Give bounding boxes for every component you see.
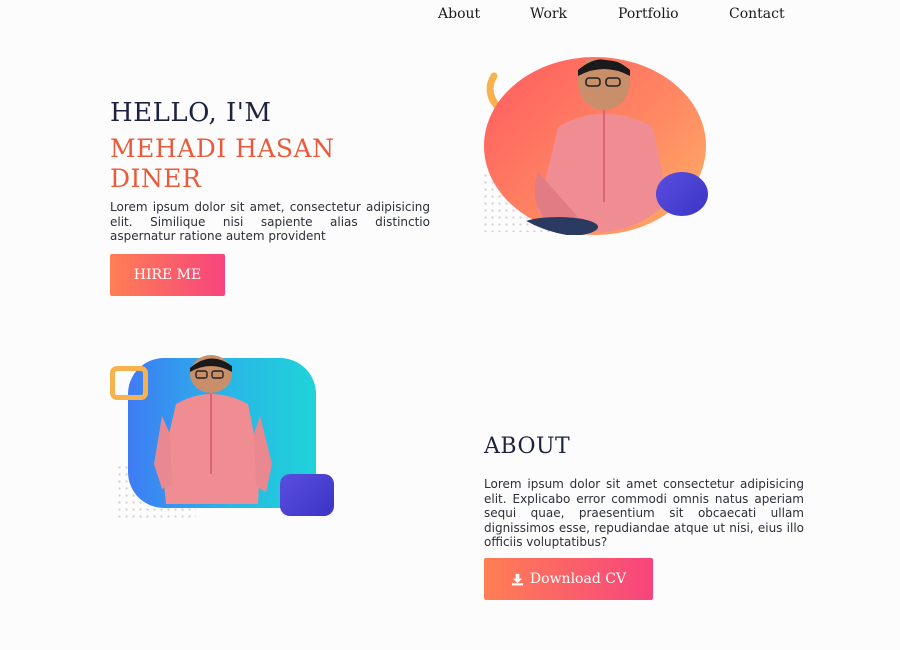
about-image-group <box>108 354 348 529</box>
nav-work[interactable]: Work <box>530 6 567 22</box>
purple-square-shape <box>280 474 334 516</box>
about-description: Lorem ipsum dolor sit amet consectetur a… <box>484 477 804 549</box>
hero-name: MEHADI HASAN DINER <box>110 134 335 193</box>
download-icon <box>511 573 523 585</box>
hero-image-group <box>478 52 718 242</box>
top-nav: About Work Portfolio Contact <box>0 6 900 26</box>
nav-contact[interactable]: Contact <box>729 6 785 22</box>
about-photo <box>154 355 272 504</box>
nav-about[interactable]: About <box>438 6 480 22</box>
hire-me-button[interactable]: HIRE ME <box>110 254 225 296</box>
purple-circle-shape <box>656 172 708 216</box>
download-cv-label: Download CV <box>529 571 627 587</box>
hero-greeting: HELLO, I'M <box>110 98 272 128</box>
yellow-square-shape <box>110 366 148 400</box>
download-cv-button[interactable]: Download CV <box>484 558 653 600</box>
hero-description: Lorem ipsum dolor sit amet, consectetur … <box>110 200 430 243</box>
hire-me-label: HIRE ME <box>133 267 202 283</box>
nav-portfolio[interactable]: Portfolio <box>618 6 679 22</box>
about-title: ABOUT <box>484 434 571 459</box>
